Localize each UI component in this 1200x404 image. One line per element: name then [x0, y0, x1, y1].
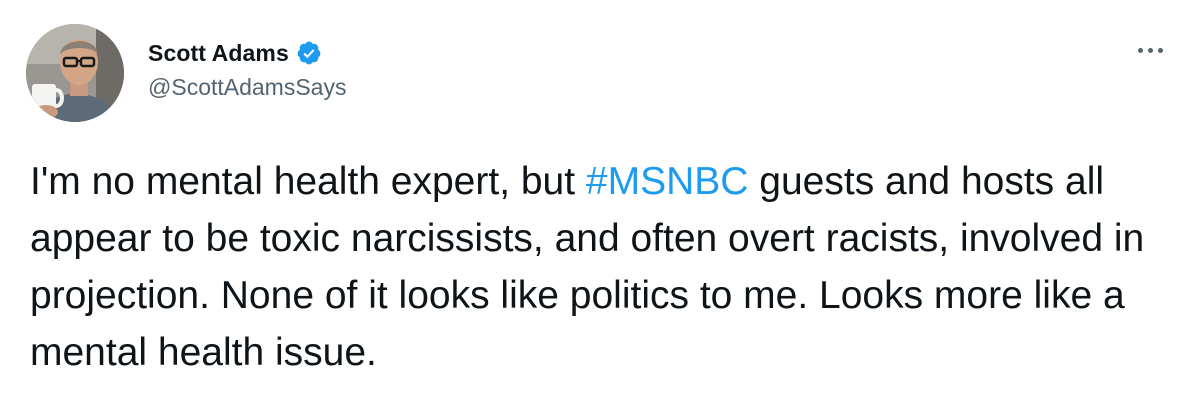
author-handle[interactable]: @ScottAdamsSays [148, 74, 346, 101]
display-name[interactable]: Scott Adams [148, 40, 289, 67]
profile-photo-icon [26, 24, 124, 122]
tweet-card: Scott Adams @ScottAdamsSays I'm no menta… [0, 0, 1200, 404]
tweet-text-before: I'm no mental health expert, but [30, 160, 586, 203]
avatar[interactable] [26, 24, 124, 122]
more-options-button[interactable] [1132, 38, 1168, 62]
tweet-text: I'm no mental health expert, but #MSNBC … [30, 153, 1170, 381]
tweet-header: Scott Adams @ScottAdamsSays [26, 24, 1174, 124]
more-options-icon-dot [1147, 47, 1153, 53]
hashtag-link[interactable]: #MSNBC [586, 160, 749, 203]
author-info: Scott Adams @ScottAdamsSays [148, 38, 346, 101]
verified-badge-icon [296, 40, 322, 66]
more-options-icon [1137, 47, 1143, 53]
display-name-row: Scott Adams [148, 38, 346, 68]
more-options-icon-dot [1157, 47, 1163, 53]
